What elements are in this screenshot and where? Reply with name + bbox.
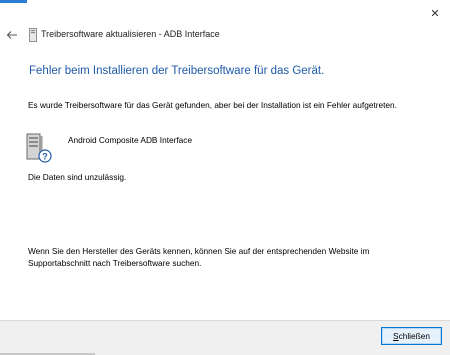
window-close-button[interactable]: ✕	[420, 0, 450, 26]
help-hint: Wenn Sie den Hersteller des Geräts kenne…	[28, 246, 370, 268]
close-button-label: chließen	[398, 331, 430, 341]
close-button[interactable]: Schließen	[381, 327, 442, 345]
back-button[interactable]	[4, 27, 20, 43]
device-manager-icon	[29, 28, 37, 42]
device-unknown-icon: ?	[26, 133, 52, 163]
back-arrow-icon	[6, 31, 17, 39]
page-heading: Fehler beim Installieren der Treibersoft…	[29, 65, 325, 77]
error-description: Es wurde Treibersoftware für das Gerät g…	[28, 100, 397, 110]
svg-text:?: ?	[42, 152, 48, 162]
window-title: Treibersoftware aktualisieren - ADB Inte…	[41, 29, 220, 39]
window-top-accent	[0, 0, 27, 3]
error-detail: Die Daten sind unzulässig.	[28, 172, 127, 182]
device-name: Android Composite ADB Interface	[68, 135, 193, 145]
close-icon: ✕	[430, 7, 440, 20]
